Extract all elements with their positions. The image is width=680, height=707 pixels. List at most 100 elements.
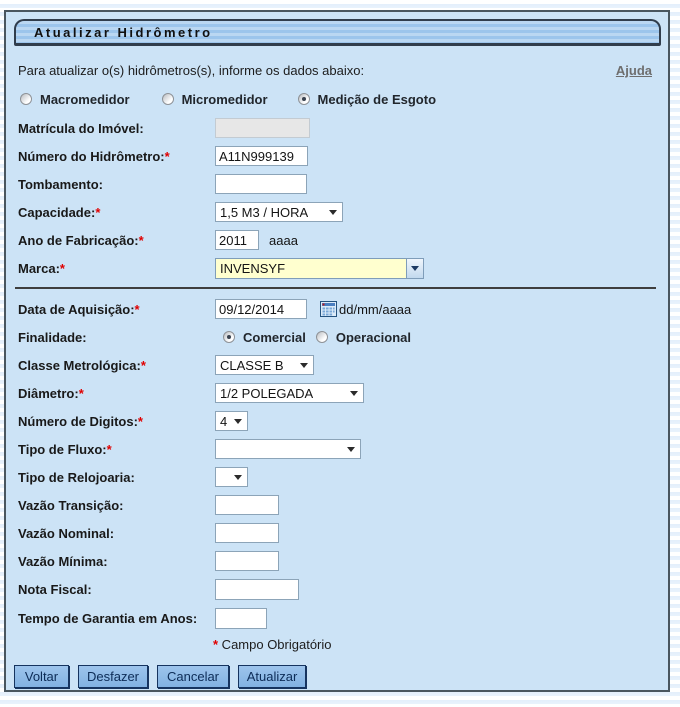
row-finalidade: Finalidade: Comercial Operacional (6, 323, 668, 351)
classe-metrologica-select[interactable]: CLASSE B (215, 355, 314, 375)
row-diametro: Diâmetro:* 1/2 POLEGADA (6, 379, 668, 407)
atualizar-button[interactable]: Atualizar (238, 665, 306, 688)
marca-label: Marca: (18, 261, 60, 276)
radio-comercial-label: Comercial (243, 330, 306, 345)
voltar-button[interactable]: Voltar (14, 665, 69, 688)
panel-titlebar: Atualizar Hidrômetro (14, 19, 661, 46)
radio-medicao-esgoto[interactable] (298, 93, 310, 105)
tempo-garantia-label: Tempo de Garantia em Anos: (18, 611, 197, 626)
chevron-down-icon (411, 266, 419, 271)
capacidade-select[interactable]: 1,5 M3 / HORA (215, 202, 343, 222)
data-aquisicao-label: Data de Aquisição: (18, 302, 135, 317)
tempo-garantia-input[interactable] (215, 608, 267, 629)
marca-selected-value: INVENSYF (216, 261, 406, 276)
desfazer-button[interactable]: Desfazer (78, 665, 148, 688)
radio-macromedidor-label: Macromedidor (40, 92, 130, 107)
data-format-hint: dd/mm/aaaa (339, 302, 411, 317)
chevron-down-icon (350, 391, 358, 396)
tombamento-label: Tombamento: (18, 177, 103, 192)
required-mark: * (95, 205, 100, 220)
row-numero-digitos: Número de Digitos:* 4 (6, 407, 668, 435)
row-tipo-fluxo: Tipo de Fluxo:* (6, 435, 668, 463)
ano-fabricacao-label: Ano de Fabricação: (18, 233, 139, 248)
radio-macromedidor[interactable] (20, 93, 32, 105)
required-mark: * (141, 358, 146, 373)
chevron-down-icon (234, 475, 242, 480)
radio-micromedidor[interactable] (162, 93, 174, 105)
diametro-select[interactable]: 1/2 POLEGADA (215, 383, 364, 403)
row-numero-hidrometro: Número do Hidrômetro:* (6, 142, 668, 170)
diametro-label: Diâmetro: (18, 386, 79, 401)
required-mark: * (165, 149, 170, 164)
radio-operacional[interactable] (316, 331, 328, 343)
row-data-aquisicao: Data de Aquisição:* dd/mm/aaaa (6, 295, 668, 323)
chevron-down-icon (329, 210, 337, 215)
matricula-input (215, 118, 310, 138)
finalidade-label: Finalidade: (18, 330, 87, 345)
chevron-down-icon (347, 447, 355, 452)
row-nota-fiscal: Nota Fiscal: (6, 575, 668, 604)
nota-fiscal-input[interactable] (215, 579, 299, 600)
row-vazao-minima: Vazão Mínima: (6, 547, 668, 575)
vazao-transicao-input[interactable] (215, 495, 279, 515)
finalidade-radio-group: Comercial Operacional (215, 330, 411, 345)
row-tipo-relojoaria: Tipo de Relojoaria: (6, 463, 668, 491)
required-mark: * (135, 302, 140, 317)
row-tempo-garantia: Tempo de Garantia em Anos: (6, 604, 668, 633)
vazao-minima-label: Vazão Mínima: (18, 554, 108, 569)
classe-metrologica-label: Classe Metrológica: (18, 358, 141, 373)
radio-operacional-label: Operacional (336, 330, 411, 345)
radio-comercial[interactable] (223, 331, 235, 343)
tombamento-input[interactable] (215, 174, 307, 194)
digitos-selected-value: 4 (220, 414, 227, 429)
capacidade-selected-value: 1,5 M3 / HORA (220, 205, 308, 220)
numero-hidrometro-label: Número do Hidrômetro: (18, 149, 165, 164)
vazao-transicao-label: Vazão Transição: (18, 498, 124, 513)
row-capacidade: Capacidade:* 1,5 M3 / HORA (6, 198, 668, 226)
ano-fabricacao-input[interactable] (215, 230, 259, 250)
cancelar-button[interactable]: Cancelar (157, 665, 229, 688)
numero-digitos-label: Número de Digitos: (18, 414, 138, 429)
capacidade-label: Capacidade: (18, 205, 95, 220)
tipo-fluxo-label: Tipo de Fluxo: (18, 442, 107, 457)
vazao-minima-input[interactable] (215, 551, 279, 571)
help-link[interactable]: Ajuda (616, 63, 652, 78)
meter-type-radio-group: Macromedidor Micromedidor Medição de Esg… (20, 90, 668, 108)
required-mark: * (107, 442, 112, 457)
tipo-fluxo-select[interactable] (215, 439, 361, 459)
row-classe-metrologica: Classe Metrológica:* CLASSE B (6, 351, 668, 379)
nota-fiscal-label: Nota Fiscal: (18, 582, 92, 597)
row-vazao-transicao: Vazão Transição: (6, 491, 668, 519)
chevron-down-icon (234, 419, 242, 424)
tipo-relojoaria-label: Tipo de Relojoaria: (18, 470, 135, 485)
calendar-icon[interactable] (320, 301, 337, 317)
marca-combobox[interactable]: INVENSYF (215, 258, 424, 279)
numero-hidrometro-input[interactable] (215, 146, 308, 166)
vazao-nominal-input[interactable] (215, 523, 279, 543)
tipo-relojoaria-select[interactable] (215, 467, 248, 487)
row-marca: Marca:* INVENSYF (6, 254, 668, 282)
vazao-nominal-label: Vazão Nominal: (18, 526, 114, 541)
required-mark: * (138, 414, 143, 429)
diametro-selected-value: 1/2 POLEGADA (220, 386, 313, 401)
required-field-note: * Campo Obrigatório (6, 637, 668, 653)
row-matricula: Matrícula do Imóvel: (6, 114, 668, 142)
row-vazao-nominal: Vazão Nominal: (6, 519, 668, 547)
radio-micromedidor-label: Micromedidor (182, 92, 268, 107)
page-title: Atualizar Hidrômetro (34, 25, 213, 40)
numero-digitos-select[interactable]: 4 (215, 411, 248, 431)
chevron-down-icon (300, 363, 308, 368)
required-note-text: Campo Obrigatório (218, 637, 331, 652)
instruction-text: Para atualizar o(s) hidrômetros(s), info… (18, 63, 364, 78)
required-mark: * (79, 386, 84, 401)
classe-selected-value: CLASSE B (220, 358, 284, 373)
data-aquisicao-input[interactable] (215, 299, 307, 319)
row-tombamento: Tombamento: (6, 170, 668, 198)
update-hydrometer-panel: Atualizar Hidrômetro Para atualizar o(s)… (4, 10, 670, 692)
required-mark: * (60, 261, 65, 276)
section-divider (15, 287, 656, 289)
row-ano-fabricacao: Ano de Fabricação:* aaaa (6, 226, 668, 254)
action-button-bar: Voltar Desfazer Cancelar Atualizar (14, 665, 654, 688)
marca-dropdown-button[interactable] (406, 259, 423, 278)
ano-format-hint: aaaa (269, 233, 298, 248)
